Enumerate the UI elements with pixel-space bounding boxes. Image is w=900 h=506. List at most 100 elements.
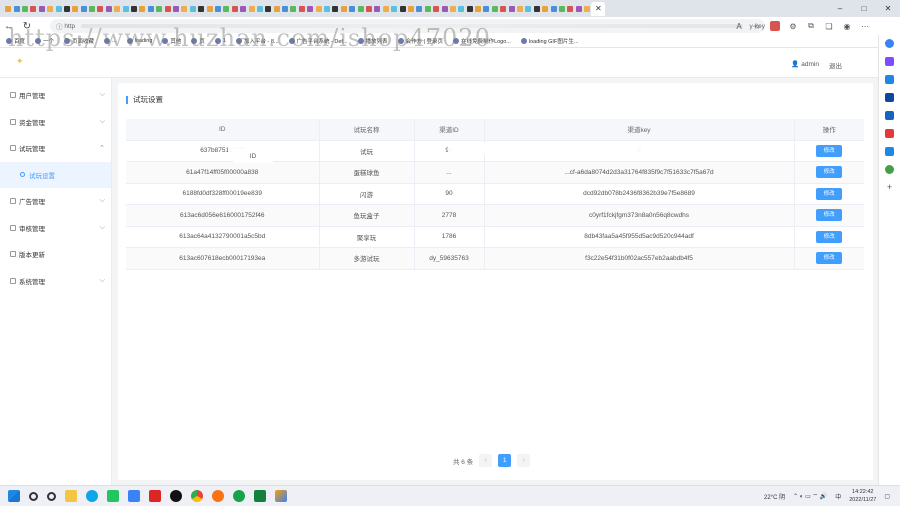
more-icon[interactable]: ⋯ (860, 21, 870, 31)
outlook-icon[interactable] (885, 147, 894, 156)
browser-tab[interactable] (163, 4, 171, 14)
logout-button[interactable]: 退出 (829, 60, 842, 70)
browser-tab[interactable] (474, 4, 482, 14)
sidebar-item-system[interactable]: 系统管理 ⌵ (0, 268, 111, 295)
explorer-icon[interactable] (65, 490, 77, 502)
star-icon[interactable]: ☆ (752, 21, 762, 31)
edit-button[interactable]: 修改 (816, 187, 843, 200)
close-window-button[interactable]: ✕ (876, 0, 900, 17)
browser-tab[interactable] (499, 4, 507, 14)
copilot-icon[interactable] (885, 57, 894, 66)
sidebar-item-review[interactable]: 审核管理 ⌵ (0, 215, 111, 242)
browser-tab[interactable] (63, 4, 71, 14)
maximize-button[interactable]: □ (852, 0, 876, 17)
tray-icons[interactable]: ⌃ ◐ ▭ ⌔ 🔊 (793, 492, 827, 500)
edit-button[interactable]: 修改 (816, 144, 843, 157)
browser-tab[interactable] (356, 4, 364, 14)
browser-tab[interactable] (96, 4, 104, 14)
profile-icon[interactable]: ◉ (842, 21, 852, 31)
edit-button[interactable]: 修改 (816, 166, 843, 179)
browser-tab[interactable] (382, 4, 390, 14)
browser-tab[interactable] (331, 4, 339, 14)
browser-tab[interactable] (247, 4, 255, 14)
collections-icon[interactable]: ⧉ (806, 21, 816, 31)
admin-user[interactable]: 👤 admin (791, 60, 819, 70)
browser-tab[interactable] (516, 4, 524, 14)
browser-tab[interactable] (239, 4, 247, 14)
bookmark-item[interactable]: loading GIF图片生... (520, 37, 578, 45)
sidebar-item-version[interactable]: 版本更新 (0, 241, 111, 268)
browser-tab[interactable] (21, 4, 29, 14)
app-icon[interactable] (212, 490, 224, 502)
browser-tab[interactable] (197, 4, 205, 14)
sidebar-item-users[interactable]: 用户管理 ⌵ (0, 82, 111, 109)
browser-tab[interactable] (583, 4, 591, 14)
browser-tab[interactable] (407, 4, 415, 14)
minimize-button[interactable]: – (828, 0, 852, 17)
browser-tab[interactable] (491, 4, 499, 14)
browser-tab[interactable] (432, 4, 440, 14)
taskview-icon[interactable] (47, 491, 56, 501)
wechat-icon[interactable] (233, 490, 245, 502)
browser-tab[interactable] (465, 4, 473, 14)
browser-tab[interactable] (130, 4, 138, 14)
browser-tab[interactable] (373, 4, 381, 14)
sidebar-item-ads[interactable]: 广告管理 ⌵ (0, 188, 111, 215)
shopping-icon[interactable] (885, 75, 894, 84)
browser-tab[interactable] (449, 4, 457, 14)
browser-tab[interactable] (281, 4, 289, 14)
browser-tab[interactable] (558, 4, 566, 14)
browser-tab[interactable] (549, 4, 557, 14)
store-icon[interactable] (107, 490, 119, 502)
browser-tab[interactable] (298, 4, 306, 14)
sidebar-item-trial-settings[interactable]: 试玩设置 (0, 161, 111, 188)
browser-tab[interactable] (524, 4, 532, 14)
browser-tab[interactable] (507, 4, 515, 14)
browser-tab[interactable] (533, 4, 541, 14)
spotify-icon[interactable] (885, 165, 894, 174)
edge-icon[interactable] (86, 490, 98, 502)
browser-tab[interactable] (541, 4, 549, 14)
browser-tab[interactable] (71, 4, 79, 14)
app-icon[interactable] (170, 490, 182, 502)
next-page-button[interactable]: › (517, 454, 531, 467)
browser-tab[interactable] (424, 4, 432, 14)
browser-tab[interactable] (365, 4, 373, 14)
games-icon[interactable] (885, 111, 894, 120)
add-icon[interactable]: + (885, 183, 894, 192)
browser-tab[interactable] (415, 4, 423, 14)
edit-button[interactable]: 修改 (816, 230, 843, 243)
browser-tab[interactable] (289, 4, 297, 14)
browser-tab[interactable] (80, 4, 88, 14)
browser-tab[interactable] (138, 4, 146, 14)
browser-tab[interactable] (256, 4, 264, 14)
settings-icon[interactable]: ⚙ (788, 21, 798, 31)
browser-tab[interactable] (222, 4, 230, 14)
browser-tab[interactable] (398, 4, 406, 14)
office-icon[interactable] (885, 129, 894, 138)
browser-tab[interactable] (323, 4, 331, 14)
page-1-button[interactable]: 1 (498, 454, 512, 467)
tools-icon[interactable] (885, 93, 894, 102)
chrome-icon[interactable] (191, 490, 203, 502)
browser-tab[interactable] (12, 4, 20, 14)
browser-tab[interactable] (482, 4, 490, 14)
browser-tab[interactable] (457, 4, 465, 14)
browser-tab[interactable] (105, 4, 113, 14)
sidebar-item-trial[interactable]: 试玩管理 ⌃ (0, 135, 111, 162)
browser-tab[interactable] (306, 4, 314, 14)
windows-start-icon[interactable] (8, 490, 20, 502)
extension-icon[interactable] (770, 21, 780, 31)
browser-tab[interactable] (180, 4, 188, 14)
search-icon[interactable] (885, 39, 894, 48)
browser-tab[interactable] (264, 4, 272, 14)
app-icon[interactable] (254, 490, 266, 502)
edit-button[interactable]: 修改 (816, 252, 843, 265)
active-tab-close-icon[interactable]: ✕ (591, 1, 606, 16)
browser-tab[interactable] (314, 4, 322, 14)
app-icon[interactable] (149, 490, 161, 502)
browser-tab[interactable] (155, 4, 163, 14)
browser-tab[interactable] (566, 4, 574, 14)
browser-tab[interactable] (121, 4, 129, 14)
browser-tab[interactable] (147, 4, 155, 14)
